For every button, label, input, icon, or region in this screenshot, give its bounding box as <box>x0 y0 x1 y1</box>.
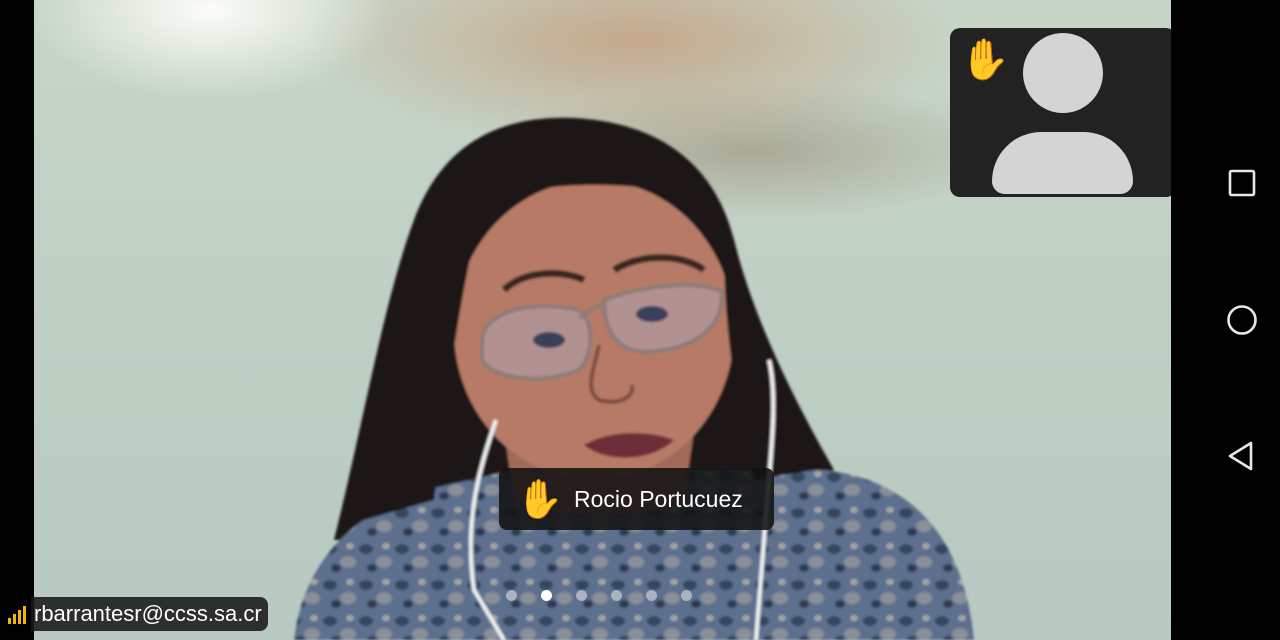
page-indicator <box>506 589 692 601</box>
participant-name-label: ✋ Rocio Portucuez <box>499 468 774 530</box>
participant-name: Rocio Portucuez <box>574 485 743 512</box>
meeting-screen: ✋ Rocio Portucuez ✋ rbarrantesr@ccss.sa.… <box>0 0 1280 640</box>
page-dot[interactable] <box>506 589 517 601</box>
back-button[interactable] <box>1222 436 1262 476</box>
page-dot-active[interactable] <box>541 589 552 601</box>
page-dot[interactable] <box>611 589 622 601</box>
raised-hand-icon: ✋ <box>960 37 1010 83</box>
home-button[interactable] <box>1222 300 1262 340</box>
page-dot[interactable] <box>646 589 657 601</box>
self-view-tile[interactable]: ✋ <box>950 28 1176 197</box>
account-email: rbarrantesr@ccss.sa.cr <box>31 597 268 631</box>
circle-icon <box>1227 305 1257 335</box>
triangle-back-icon <box>1228 441 1253 471</box>
page-dot[interactable] <box>681 589 692 601</box>
avatar-head <box>1023 33 1103 113</box>
system-navigation-bar <box>1171 0 1280 640</box>
square-icon <box>1228 169 1256 197</box>
signal-bars-icon <box>8 604 26 624</box>
avatar-body <box>992 132 1133 194</box>
raised-hand-icon: ✋ <box>516 477 564 521</box>
recents-button[interactable] <box>1222 163 1262 203</box>
page-dot[interactable] <box>576 589 587 601</box>
